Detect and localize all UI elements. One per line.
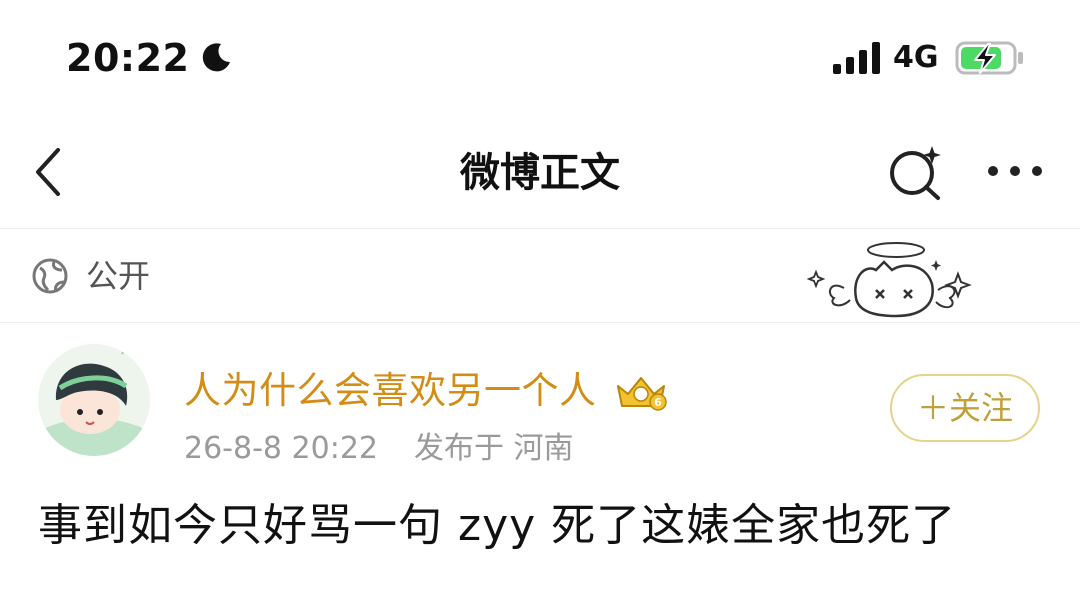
signal-icon	[833, 42, 880, 74]
globe-icon	[32, 258, 68, 294]
battery-charging-icon	[955, 41, 1023, 75]
search-sparkle-icon[interactable]	[886, 142, 946, 202]
badge-level: 6	[654, 396, 662, 409]
follow-button[interactable]: ＋关注	[890, 374, 1040, 442]
nav-divider	[0, 228, 1080, 229]
visibility-label: 公开	[86, 257, 151, 295]
more-icon[interactable]	[985, 160, 1045, 182]
crown-badge-icon: 6	[617, 377, 667, 411]
avatar[interactable]	[38, 344, 150, 456]
angel-cat-sticker	[806, 242, 972, 318]
post-timestamp: 26-8-8 20:22	[184, 431, 378, 466]
post-location: 发布于 河南	[414, 431, 574, 466]
network-type: 4G	[893, 40, 939, 75]
moon-icon	[202, 43, 230, 72]
status-time: 20:22	[66, 36, 190, 80]
section-divider	[0, 322, 1080, 323]
post-content: 事到如今只好骂一句 zyy 死了这婊全家也死了	[38, 500, 957, 551]
username[interactable]: 人为什么会喜欢另一个人	[184, 368, 597, 414]
